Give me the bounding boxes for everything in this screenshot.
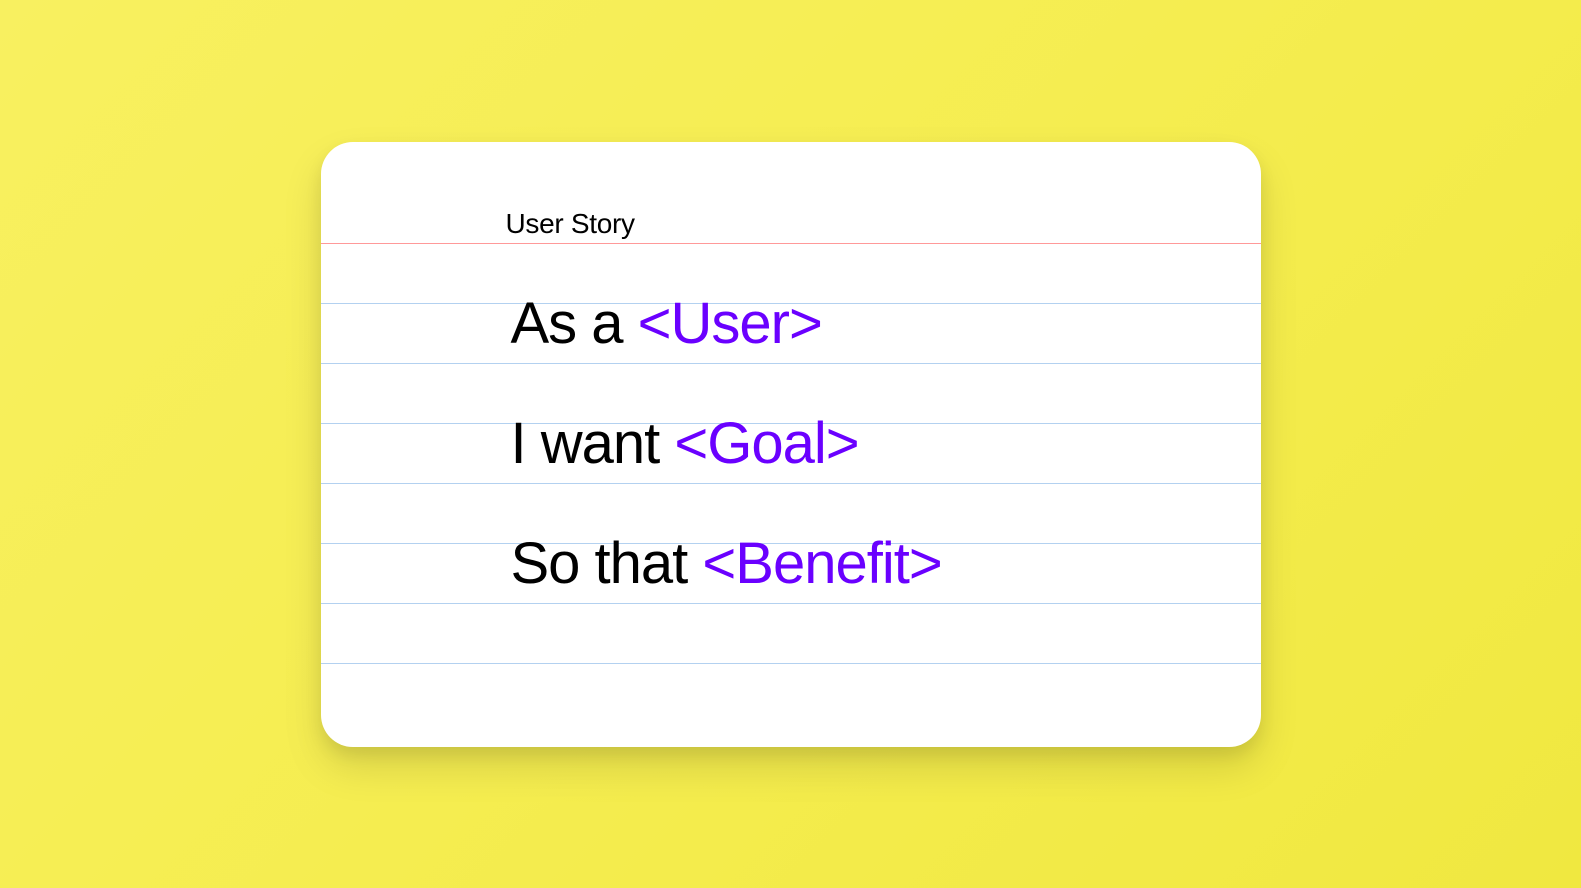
story-prefix: I want: [511, 411, 675, 476]
blue-rule-line: [321, 363, 1261, 364]
story-line-sothat: So that <Benefit>: [511, 530, 942, 597]
story-line-iwant: I want <Goal>: [511, 410, 859, 477]
blue-rule-line: [321, 483, 1261, 484]
card-title: User Story: [506, 208, 635, 240]
blue-rule-line: [321, 663, 1261, 664]
story-placeholder-benefit: <Benefit>: [702, 531, 941, 596]
story-placeholder-user: <User>: [638, 291, 822, 356]
red-rule-line: [321, 243, 1261, 244]
index-card: User Story As a <User> I want <Goal> So …: [321, 142, 1261, 747]
story-prefix: As a: [511, 291, 638, 356]
story-placeholder-goal: <Goal>: [674, 411, 858, 476]
blue-rule-line: [321, 603, 1261, 604]
story-prefix: So that: [511, 531, 703, 596]
story-line-asa: As a <User>: [511, 290, 822, 357]
